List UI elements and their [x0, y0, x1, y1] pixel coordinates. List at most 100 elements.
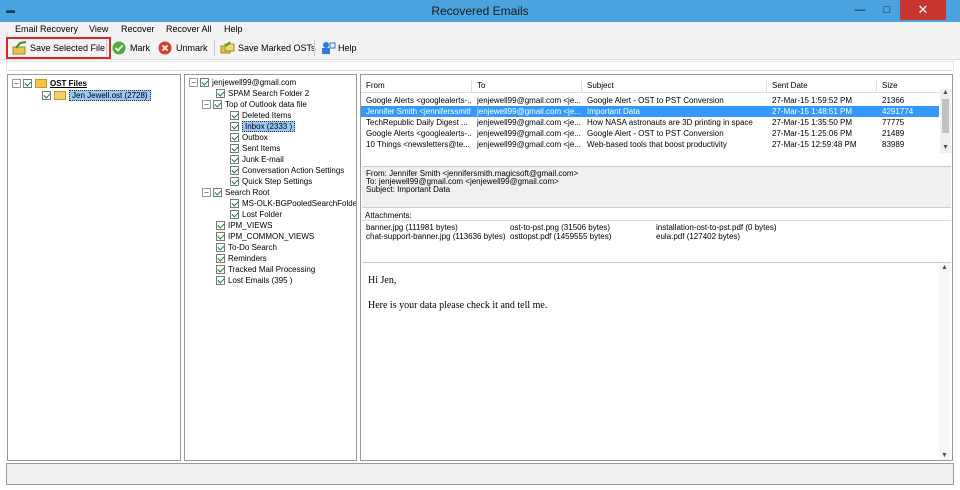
folder-item[interactable]: Sent Items [230, 143, 280, 154]
folder-item[interactable]: IPM_COMMON_VIEWS [216, 231, 314, 242]
email-to: jenjewell99@gmail.com <je... [477, 107, 581, 116]
close-button[interactable]: ✕ [900, 0, 946, 20]
minimize-button[interactable]: — [847, 0, 873, 20]
folder-item[interactable]: Tracked Mail Processing [216, 264, 315, 275]
checkbox-icon[interactable] [216, 254, 225, 263]
attachment-item[interactable]: installation-ost-to-pst.pdf (0 bytes) [656, 223, 777, 232]
column-to[interactable]: To [477, 81, 485, 90]
email-subject: How NASA astronauts are 3D printing in s… [587, 118, 753, 127]
scroll-up-icon[interactable]: ▲ [939, 263, 950, 272]
checkbox-icon[interactable] [230, 133, 239, 142]
message-text: Here is your data please check it and te… [368, 300, 548, 311]
help-label: Help [338, 43, 357, 53]
folder-item[interactable]: MS-OLK-BGPooledSearchFolder( [230, 198, 356, 209]
unmark-button[interactable]: Unmark [158, 38, 208, 58]
ost-files-root[interactable]: − OST Files [12, 78, 87, 89]
checkbox-icon[interactable] [216, 276, 225, 285]
collapse-icon[interactable]: − [202, 100, 211, 109]
folder-item[interactable]: Junk E-mail [230, 154, 284, 165]
cancel-circle-icon [158, 41, 172, 55]
column-subject[interactable]: Subject [587, 81, 614, 90]
folder-item[interactable]: Reminders [216, 253, 267, 264]
save-multiple-icon [220, 41, 235, 55]
save-marked-osts-button[interactable]: Save Marked OSTs [220, 38, 316, 58]
checkbox-icon[interactable] [230, 111, 239, 120]
email-list-scrollbar[interactable]: ▲ ▼ [940, 89, 951, 153]
folder-item[interactable]: IPM_VIEWS [216, 220, 272, 231]
folder-item[interactable]: Outbox [230, 132, 268, 143]
folder-label: Inbox (2333 ) [242, 121, 296, 132]
email-row[interactable]: 10 Things <newsletters@te... jenjewell99… [361, 139, 939, 150]
attachment-item[interactable]: chat-support-banner.jpg (113636 bytes) [366, 232, 506, 241]
email-row-selected[interactable]: Jennifer Smith <jenniferssmith... jenjew… [361, 106, 939, 117]
attachment-item[interactable]: osttopst.pdf (1459555 bytes) [510, 232, 611, 241]
email-from: Google Alerts <googlealerts-... [366, 129, 471, 138]
checkbox-icon[interactable] [230, 210, 239, 219]
collapse-icon[interactable]: − [189, 78, 198, 87]
folder-item[interactable]: To-Do Search [216, 242, 277, 253]
checkbox-icon[interactable] [230, 144, 239, 153]
column-sent-date[interactable]: Sent Date [772, 81, 808, 90]
folder-label: Lost Emails (395 ) [228, 276, 293, 285]
menu-help[interactable]: Help [224, 24, 243, 34]
checkbox-icon[interactable] [230, 166, 239, 175]
checkbox-icon[interactable] [216, 232, 225, 241]
folder-item[interactable]: − Search Root [202, 187, 269, 198]
email-row[interactable]: TechRepublic Daily Digest ... jenjewell9… [361, 117, 939, 128]
email-row[interactable]: Google Alerts <googlealerts-... jenjewel… [361, 95, 939, 106]
attachment-item[interactable]: banner.jpg (111981 bytes) [366, 223, 458, 232]
collapse-icon[interactable]: − [202, 188, 211, 197]
column-size[interactable]: Size [882, 81, 898, 90]
checkbox-icon[interactable] [23, 79, 32, 88]
folder-item[interactable]: Quick Step Settings [230, 176, 312, 187]
message-scrollbar[interactable]: ▲ ▼ [939, 263, 950, 460]
email-subject: Web-based tools that boost productivity [587, 140, 727, 149]
folder-tree-pane: − jenjewell99@gmail.com SPAM Search Fold… [184, 74, 357, 461]
unmark-label: Unmark [176, 43, 208, 53]
menu-recover-all[interactable]: Recover All [166, 24, 212, 34]
folder-item[interactable]: Deleted Items [230, 110, 291, 121]
attachment-item[interactable]: ost-to-pst.png (31506 bytes) [510, 223, 610, 232]
checkbox-icon[interactable] [230, 199, 239, 208]
ost-file-label: Jen Jewell.ost (2728) [69, 90, 151, 101]
scroll-down-icon[interactable]: ▼ [940, 144, 951, 153]
checkbox-icon[interactable] [42, 91, 51, 100]
maximize-button[interactable]: □ [874, 0, 900, 20]
email-to: jenjewell99@gmail.com <je... [477, 129, 581, 138]
menu-view[interactable]: View [89, 24, 108, 34]
checkbox-icon[interactable] [216, 89, 225, 98]
folder-item[interactable]: SPAM Search Folder 2 [216, 88, 309, 99]
attachment-item[interactable]: eula.pdf (127402 bytes) [656, 232, 740, 241]
folder-item[interactable]: Lost Emails (395 ) [216, 275, 292, 286]
checkbox-icon[interactable] [200, 78, 209, 87]
email-header-info: From: Jennifer Smith <jennifersmith.magi… [362, 166, 951, 208]
email-row[interactable]: Google Alerts <googlealerts-... jenjewel… [361, 128, 939, 139]
scroll-up-icon[interactable]: ▲ [940, 89, 951, 98]
folder-item-inbox[interactable]: Inbox (2333 ) [230, 121, 296, 132]
checkbox-icon[interactable] [216, 243, 225, 252]
help-button[interactable]: Help [320, 38, 357, 58]
checkbox-icon[interactable] [216, 221, 225, 230]
checkbox-icon[interactable] [216, 265, 225, 274]
menu-email-recovery[interactable]: Email Recovery [15, 24, 78, 34]
save-selected-file-button[interactable]: Save Selected File [6, 37, 112, 59]
email-subject: Google Alert - OST to PST Conversion [587, 96, 724, 105]
account-node[interactable]: − jenjewell99@gmail.com [189, 77, 296, 88]
checkbox-icon[interactable] [230, 177, 239, 186]
mark-button[interactable]: Mark [112, 38, 150, 58]
menu-recover[interactable]: Recover [121, 24, 155, 34]
collapse-icon[interactable]: − [12, 79, 21, 88]
scroll-down-icon[interactable]: ▼ [939, 451, 950, 460]
checkbox-icon[interactable] [213, 188, 222, 197]
folder-item[interactable]: Conversation Action Settings [230, 165, 344, 176]
column-from[interactable]: From [366, 81, 385, 90]
folder-item[interactable]: − Top of Outlook data file [202, 99, 307, 110]
email-size: 77775 [882, 118, 905, 127]
checkbox-icon[interactable] [213, 100, 222, 109]
scroll-thumb[interactable] [942, 99, 949, 133]
folder-item[interactable]: Lost Folder [230, 209, 282, 220]
ost-file-item[interactable]: Jen Jewell.ost (2728) [42, 90, 151, 101]
checkbox-icon[interactable] [230, 122, 239, 131]
folder-label: Reminders [228, 254, 267, 263]
checkbox-icon[interactable] [230, 155, 239, 164]
